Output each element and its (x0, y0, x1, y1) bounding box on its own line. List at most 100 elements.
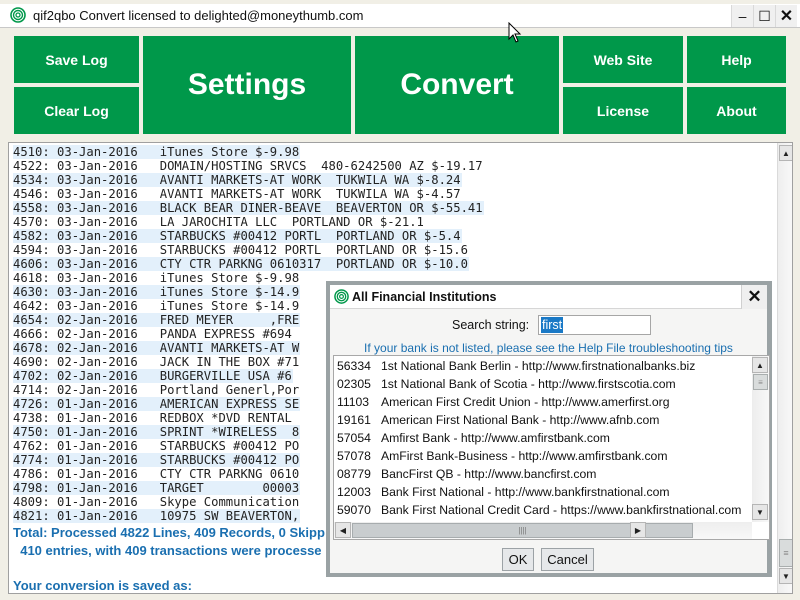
log-line-text: 4702: 02-Jan-2016 BURGERVILLE USA #6 (13, 369, 293, 383)
search-input[interactable]: first (538, 315, 651, 335)
help-hint[interactable]: If your bank is not listed, please see t… (330, 341, 767, 355)
institution-code: 59070 (337, 503, 371, 517)
institution-item[interactable]: 59070 Bank First National Credit Card - h… (337, 503, 741, 517)
log-line-text: 4606: 03-Jan-2016 CTY CTR PARKNG 0610317… (13, 257, 469, 271)
log-line-text: 4798: 01-Jan-2016 TARGET 00003 (13, 481, 301, 495)
institution-item[interactable]: 08779 BancFirst QB - http://www.bancfirst… (337, 467, 596, 481)
log-line-text: 4726: 01-Jan-2016 AMERICAN EXPRESS SE (13, 397, 301, 411)
dialog-close-button[interactable]: ✕ (741, 285, 767, 309)
institution-item[interactable]: 57078 AmFirst Bank-Business - http://www.… (337, 449, 667, 463)
log-summary-total: Total: Processed 4822 Lines, 409 Records… (13, 525, 325, 540)
about-button[interactable]: About (687, 87, 786, 134)
log-vertical-scrollbar[interactable]: ▲ ≡ ▼ (777, 143, 792, 593)
minimize-icon: – (738, 8, 747, 24)
log-line-text: 4750: 01-Jan-2016 SPRINT *WIRELESS 8 (13, 425, 301, 439)
fingerprint-logo-icon (334, 289, 349, 304)
log-line: 4558: 03-Jan-2016 BLACK BEAR DINER-BEAVE… (13, 201, 484, 215)
log-line-text: 4714: 02-Jan-2016 Portland Generl,Por (13, 383, 300, 397)
save-log-button[interactable]: Save Log (14, 36, 139, 83)
log-line: 4570: 03-Jan-2016 LA JAROCHITA LLC PORTL… (13, 215, 484, 229)
log-line: 4606: 03-Jan-2016 CTY CTR PARKNG 0610317… (13, 257, 484, 271)
log-summary-entries: 410 entries, with 409 transactions were … (13, 543, 322, 558)
log-line-text: 4558: 03-Jan-2016 BLACK BEAR DINER-BEAVE… (13, 201, 484, 215)
log-line-text: 4678: 02-Jan-2016 AVANTI MARKETS-AT W (13, 341, 301, 355)
search-value: first (541, 317, 564, 333)
close-button[interactable]: ✕ (775, 5, 797, 27)
institution-name: AmFirst Bank-Business - http://www.amfir… (381, 449, 668, 463)
list-horizontal-scrollbar[interactable]: ◀ |||| ▶ (334, 522, 752, 539)
minimize-button[interactable]: – (731, 5, 753, 27)
log-line-text: 4546: 03-Jan-2016 AVANTI MARKETS-AT WORK… (13, 187, 461, 201)
institution-name: 1st National Bank Berlin - http://www.fi… (381, 359, 696, 373)
log-line-text: 4522: 03-Jan-2016 DOMAIN/HOSTING SRVCS 4… (13, 159, 483, 173)
app-window: qif2qbo Convert licensed to delighted@mo… (0, 0, 800, 600)
dialog-title-bar: All Financial Institutions ✕ (330, 285, 767, 309)
list-scroll-up-icon[interactable]: ▲ (752, 357, 768, 373)
close-icon: ✕ (779, 8, 794, 25)
scroll-down-arrow-icon[interactable]: ▼ (779, 568, 792, 584)
institution-name: American First National Bank - http://ww… (381, 413, 660, 427)
institution-item[interactable]: 57054 Amfirst Bank - http://www.amfirstba… (337, 431, 610, 445)
list-scroll-right-icon[interactable]: ▶ (630, 522, 646, 538)
settings-button[interactable]: Settings (143, 36, 351, 134)
log-line: 4594: 03-Jan-2016 STARBUCKS #00412 PORTL… (13, 243, 484, 257)
scroll-thumb[interactable]: ≡ (779, 539, 792, 567)
institution-code: 57054 (337, 431, 371, 445)
convert-button[interactable]: Convert (355, 36, 559, 134)
log-line: 4546: 03-Jan-2016 AVANTI MARKETS-AT WORK… (13, 187, 484, 201)
log-line: 4582: 03-Jan-2016 STARBUCKS #00412 PORTL… (13, 229, 484, 243)
log-line-text: 4809: 01-Jan-2016 Skype Communication (13, 495, 300, 509)
title-bar: qif2qbo Convert licensed to delighted@mo… (0, 4, 800, 28)
dialog-title: All Financial Institutions (352, 290, 497, 304)
institution-item[interactable]: 12003 Bank First National - http://www.ba… (337, 485, 670, 499)
institution-item[interactable]: 19161 American First National Bank - http… (337, 413, 659, 427)
clear-log-button[interactable]: Clear Log (14, 87, 139, 134)
toolbar: Save Log Clear Log Settings Convert Web … (8, 30, 793, 138)
institution-code: 56334 (337, 359, 371, 373)
institution-item[interactable]: 02305 1st National Bank of Scotia - http:… (337, 377, 676, 391)
log-line: 4534: 03-Jan-2016 AVANTI MARKETS-AT WORK… (13, 173, 484, 187)
cancel-button[interactable]: Cancel (541, 548, 594, 571)
log-line-text: 4774: 01-Jan-2016 STARBUCKS #00412 PO (13, 453, 301, 467)
close-icon: ✕ (747, 287, 762, 306)
log-line-text: 4762: 01-Jan-2016 STARBUCKS #00412 PO (13, 439, 300, 453)
log-line-text: 4594: 03-Jan-2016 STARBUCKS #00412 PORTL… (13, 243, 468, 257)
log-line-text: 4738: 01-Jan-2016 REDBOX *DVD RENTAL (13, 411, 292, 425)
institution-code: 08779 (337, 467, 371, 481)
institution-code: 19161 (337, 413, 371, 427)
log-line-text: 4690: 02-Jan-2016 JACK IN THE BOX #71 (13, 355, 300, 369)
institution-name: 1st National Bank of Scotia - http://www… (381, 377, 676, 391)
institution-name: Bank First National Credit Card - https:… (381, 503, 742, 517)
log-line: 4510: 03-Jan-2016 iTunes Store $-9.98 (13, 145, 484, 159)
maximize-icon: ☐ (758, 7, 771, 24)
institution-code: 12003 (337, 485, 371, 499)
financial-institutions-dialog: All Financial Institutions ✕ Search stri… (326, 281, 772, 577)
log-line-text: 4642: 03-Jan-2016 iTunes Store $-14.9 (13, 299, 300, 313)
fingerprint-logo-icon (10, 7, 26, 23)
log-line-text: 4821: 01-Jan-2016 10975 SW BEAVERTON, (13, 509, 301, 523)
help-button[interactable]: Help (687, 36, 786, 83)
web-site-button[interactable]: Web Site (563, 36, 683, 83)
institution-item[interactable]: 56334 1st National Bank Berlin - http://w… (337, 359, 695, 373)
list-vertical-scrollbar[interactable]: ▲ ≡ ▼ (752, 356, 769, 522)
institution-name: Amfirst Bank - http://www.amfirstbank.co… (381, 431, 610, 445)
ok-button[interactable]: OK (502, 548, 534, 571)
institution-code: 57078 (337, 449, 371, 463)
log-line-text: 4534: 03-Jan-2016 AVANTI MARKETS-AT WORK… (13, 173, 462, 187)
log-line-text: 4630: 03-Jan-2016 iTunes Store $-14.9 (13, 285, 301, 299)
institution-name: American First Credit Union - http://www… (381, 395, 670, 409)
log-line-text: 4618: 03-Jan-2016 iTunes Store $-9.98 (13, 271, 300, 285)
log-line-text: 4582: 03-Jan-2016 STARBUCKS #00412 PORTL… (13, 229, 462, 243)
maximize-button[interactable]: ☐ (753, 5, 775, 27)
list-scroll-left-icon[interactable]: ◀ (335, 522, 351, 538)
institution-name: BancFirst QB - http://www.bancfirst.com (381, 467, 597, 481)
list-scroll-down-icon[interactable]: ▼ (752, 504, 768, 520)
institution-list[interactable]: 56334 1st National Bank Berlin - http://w… (333, 355, 770, 540)
license-button[interactable]: License (563, 87, 683, 134)
log-line-text: 4510: 03-Jan-2016 iTunes Store $-9.98 (13, 145, 301, 159)
institution-item[interactable]: 11103 American First Credit Union - http:… (337, 395, 670, 409)
list-scroll-thumb[interactable]: ≡ (753, 374, 768, 390)
log-line-text: 4666: 02-Jan-2016 PANDA EXPRESS #694 (13, 327, 292, 341)
scroll-up-arrow-icon[interactable]: ▲ (779, 145, 792, 161)
mouse-cursor-icon (508, 22, 522, 43)
